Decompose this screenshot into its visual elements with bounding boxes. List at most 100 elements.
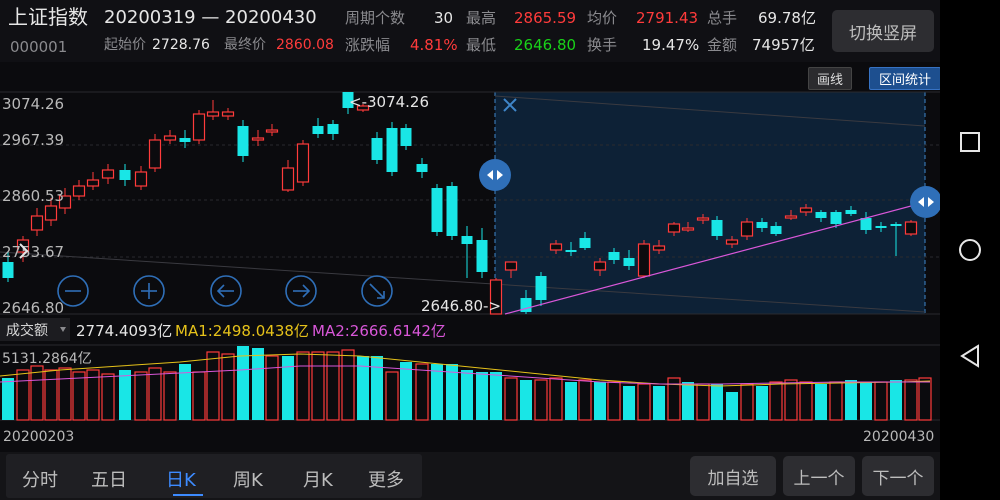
volume-bar <box>829 381 843 421</box>
volume-bar <box>16 369 30 421</box>
candle-body <box>830 212 842 224</box>
back-triangle-icon[interactable] <box>960 344 979 368</box>
price-axis-label-0: 3074.26 <box>2 95 64 113</box>
volume-bar <box>119 370 131 420</box>
candle-body <box>890 224 902 226</box>
volume-bar <box>148 367 162 421</box>
volume-bar <box>637 383 651 421</box>
volume-bar <box>860 382 872 420</box>
stock-app: 上证指数 000001 20200319 — 20200430 起始价 2728… <box>0 0 941 500</box>
volume-bar <box>740 383 754 421</box>
period-tabs: 分时 五日 日K 周K 月K 更多 <box>6 454 422 498</box>
end-date-label: 20200430 <box>863 429 934 445</box>
circle-icon[interactable] <box>959 239 981 261</box>
tab-weekly-k[interactable]: 周K <box>233 466 263 492</box>
candle-body <box>476 240 488 272</box>
candle-body <box>681 227 695 231</box>
volume-max-label: 5131.2864亿 <box>2 351 92 367</box>
volume-bar <box>385 371 399 421</box>
candle-body <box>696 217 710 221</box>
price-axis-label-2: 2860.53 <box>2 187 64 205</box>
volume-bar <box>594 382 606 420</box>
candle-body <box>799 207 813 213</box>
candle-body <box>206 111 220 117</box>
volume-bar <box>578 379 592 421</box>
square-icon[interactable] <box>960 132 980 152</box>
previous-button[interactable]: 上一个 <box>783 456 855 496</box>
candle-body <box>327 124 339 134</box>
tab-intraday[interactable]: 分时 <box>22 466 58 492</box>
volume-bar <box>30 365 44 421</box>
zoom-out-icon[interactable] <box>57 275 89 307</box>
candle-body <box>296 143 310 183</box>
candle-body <box>461 236 473 244</box>
arrow-left-icon[interactable] <box>210 275 242 307</box>
candle-body <box>163 135 177 141</box>
candle-body <box>770 226 782 234</box>
volume-bar <box>72 371 86 421</box>
candle-body <box>148 139 162 169</box>
kline-chart[interactable]: 3074.26 2967.39 2860.53 2753.67 2646.80 … <box>0 0 940 452</box>
volume-bar <box>101 373 115 421</box>
candle-body <box>565 250 577 252</box>
next-button[interactable]: 下一个 <box>862 456 934 496</box>
volume-bar <box>371 356 383 420</box>
volume-bar <box>918 377 932 421</box>
volume-bar <box>815 384 827 420</box>
ma2-value: MA2:2666.6142亿 <box>312 322 446 340</box>
ma1-value: MA1:2498.0438亿 <box>175 322 309 340</box>
candle-body <box>875 226 887 228</box>
volume-bar <box>400 362 412 420</box>
candle-body <box>623 258 635 266</box>
candle-body <box>101 169 115 179</box>
candle-body <box>740 221 754 237</box>
volume-bar <box>265 355 279 421</box>
range-left-handle[interactable] <box>479 159 511 191</box>
candle-body <box>265 129 279 133</box>
volume-bar <box>461 370 473 420</box>
candle-body <box>815 212 827 218</box>
collapse-icon[interactable] <box>361 275 393 307</box>
candle-body <box>637 243 651 277</box>
active-tab-indicator <box>173 494 203 496</box>
volume-bar <box>799 381 813 421</box>
volume-bar <box>163 371 177 421</box>
candle-body <box>86 179 100 187</box>
max-price-annotation: <-3074.26 <box>349 93 429 111</box>
candle-body <box>504 261 518 271</box>
volume-bar <box>134 371 148 421</box>
system-navbar <box>940 0 1000 500</box>
candle-body <box>30 215 44 231</box>
candle-body <box>281 167 295 191</box>
tab-more[interactable]: 更多 <box>368 466 404 492</box>
add-watchlist-button[interactable]: 加自选 <box>690 456 776 496</box>
volume-bar <box>784 379 798 421</box>
candle-body <box>845 210 857 214</box>
volume-bar <box>696 383 710 421</box>
candle-body <box>608 252 620 260</box>
volume-bar <box>726 392 738 420</box>
tab-five-day[interactable]: 五日 <box>91 466 127 492</box>
candle-body <box>192 113 206 141</box>
volume-bar <box>252 348 264 420</box>
volume-bar <box>2 378 14 420</box>
tab-daily-k[interactable]: 日K <box>166 466 196 492</box>
volume-bar <box>534 379 548 421</box>
candle-body <box>221 111 235 117</box>
arrow-right-icon[interactable] <box>285 275 317 307</box>
candle-body <box>44 205 58 221</box>
tab-monthly-k[interactable]: 月K <box>303 466 333 492</box>
volume-bar <box>845 380 857 420</box>
candle-body <box>667 223 681 233</box>
price-axis-label-3: 2753.67 <box>2 243 64 261</box>
volume-bar <box>311 351 325 421</box>
candle-body <box>72 185 86 197</box>
range-selection-area[interactable] <box>495 92 925 314</box>
volume-bar <box>504 377 518 421</box>
volume-bar <box>476 372 488 420</box>
volume-bar <box>221 353 235 421</box>
zoom-in-icon[interactable] <box>133 275 165 307</box>
volume-bar <box>711 384 723 420</box>
candle-body <box>535 276 547 300</box>
candle-body <box>251 137 265 141</box>
